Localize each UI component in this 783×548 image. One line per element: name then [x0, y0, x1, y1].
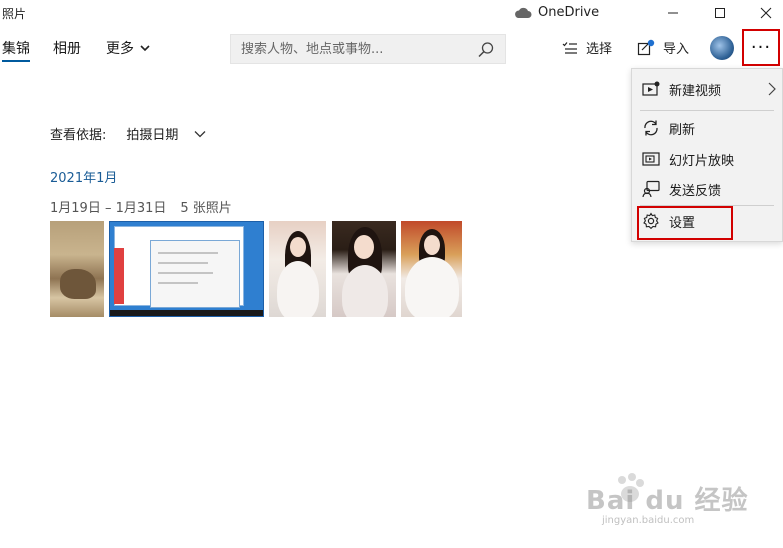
screenshot-line [158, 252, 218, 254]
avatar[interactable] [710, 36, 734, 60]
menu-item-feedback[interactable]: 发送反馈 [632, 175, 782, 203]
sort-selector[interactable]: 查看依据: 拍摄日期 [50, 124, 206, 143]
photo-thumbnail-desert[interactable] [50, 221, 104, 317]
refresh-icon [644, 120, 658, 136]
screenshot-sidebar [114, 248, 124, 304]
portrait-body [342, 265, 388, 317]
video-icon [642, 81, 660, 96]
photo-thumbnail-portrait-1[interactable] [269, 221, 326, 317]
screenshot-line [158, 282, 198, 284]
import-icon [637, 39, 655, 55]
screenshot-line [158, 262, 208, 264]
select-button[interactable]: 选择 [562, 38, 612, 57]
photo-thumbnail-portrait-2[interactable] [332, 221, 396, 317]
slideshow-icon [642, 152, 660, 166]
search-icon[interactable] [477, 41, 495, 59]
tab-more[interactable]: 更多 [106, 38, 150, 58]
more-options-button[interactable]: ··· [742, 29, 780, 66]
close-button[interactable] [743, 0, 783, 26]
menu-item-refresh[interactable]: 刷新 [632, 114, 782, 142]
search-input[interactable] [231, 35, 471, 63]
menu-item-label: 刷新 [669, 122, 696, 138]
sort-value: 拍摄日期 [126, 128, 179, 143]
search-box [230, 34, 506, 64]
screenshot-dialog [150, 240, 240, 308]
portrait-face [354, 235, 374, 259]
chevron-right-icon [768, 82, 776, 96]
maximize-icon [715, 8, 725, 18]
screenshot-taskbar [110, 310, 263, 316]
sort-label: 查看依据: [50, 128, 107, 143]
portrait-body [277, 261, 319, 317]
more-options-menu: 新建视频 刷新 幻灯片放映 发送反馈 设置 [631, 68, 783, 242]
date-range-row: 1月19日 – 1月31日 5 张照片 [50, 197, 232, 216]
cloud-icon [515, 7, 532, 18]
menu-item-label: 发送反馈 [669, 183, 722, 199]
select-label: 选择 [586, 42, 613, 57]
portrait-face [290, 237, 306, 257]
tab-collection[interactable]: 集锦 [2, 38, 30, 58]
feedback-icon [642, 180, 660, 198]
portrait-body [405, 257, 459, 317]
menu-item-slideshow[interactable]: 幻灯片放映 [632, 145, 782, 173]
settings-highlight-box [637, 206, 733, 240]
month-heading[interactable]: 2021年1月 [50, 167, 117, 186]
menu-divider [640, 110, 774, 111]
watermark: Bai du 经验 jingyan.baidu.com [580, 470, 760, 530]
menu-item-new-video[interactable]: 新建视频 [632, 75, 782, 103]
minimize-icon [668, 12, 678, 14]
more-options-icon: ··· [750, 37, 772, 58]
chevron-down-icon [194, 130, 206, 137]
onedrive-button[interactable]: OneDrive [514, 5, 599, 20]
menu-item-label: 幻灯片放映 [669, 153, 735, 169]
watermark-text: Bai du 经验 [586, 486, 749, 516]
checklist-icon [562, 41, 577, 54]
app-title: 照片 [2, 7, 27, 21]
import-button[interactable]: 导入 [637, 38, 689, 57]
maximize-button[interactable] [697, 0, 743, 26]
photo-thumbnail-screenshot[interactable] [109, 221, 264, 317]
portrait-face [424, 235, 440, 255]
active-tab-indicator [2, 60, 30, 62]
chevron-down-icon [140, 45, 150, 52]
onedrive-label: OneDrive [538, 5, 600, 20]
rock-shape [60, 269, 96, 299]
menu-item-label: 新建视频 [669, 83, 722, 99]
tab-album[interactable]: 相册 [53, 38, 81, 58]
watermark-url: jingyan.baidu.com [602, 515, 695, 526]
toolbar: 集锦 相册 更多 选择 导入 [0, 30, 783, 70]
import-label: 导入 [663, 42, 690, 57]
close-icon [760, 7, 772, 19]
minimize-button[interactable] [650, 0, 696, 26]
date-range: 1月19日 – 1月31日 [50, 201, 167, 216]
title-bar: 照片 OneDrive [0, 0, 783, 26]
photo-count: 5 张照片 [180, 201, 232, 216]
tab-more-label: 更多 [106, 41, 134, 57]
screenshot-line [158, 272, 213, 274]
photo-thumbnail-portrait-3[interactable] [401, 221, 462, 317]
